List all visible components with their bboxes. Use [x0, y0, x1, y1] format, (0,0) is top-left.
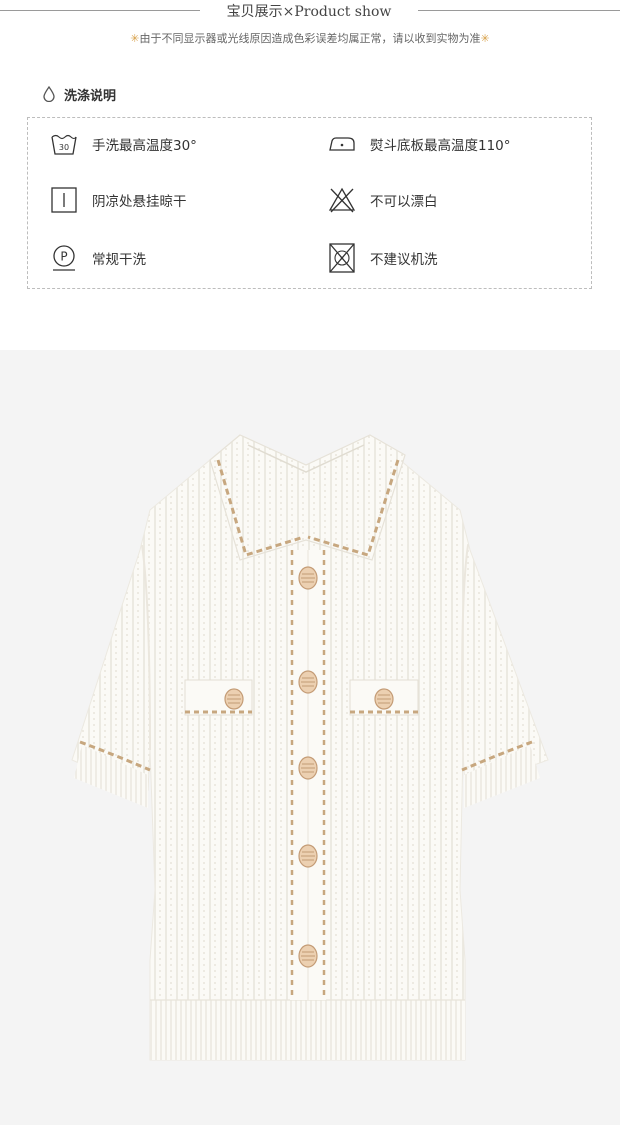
care-heading: 洗涤说明 — [42, 84, 116, 104]
do-not-bleach-icon — [328, 186, 356, 214]
iron-110-icon — [328, 130, 356, 158]
care-item-hand-wash: 30 手洗最高温度30° — [50, 129, 197, 159]
care-item-no-machine-wash: 不建议机洗 — [328, 243, 438, 273]
section-header: 宝贝展示×Product show — [0, 0, 620, 22]
star-icon: ✳ — [130, 32, 140, 45]
care-item-iron: 熨斗底板最高温度110° — [328, 129, 511, 159]
star-icon: ✳ — [480, 32, 490, 45]
care-item-label: 不建议机洗 — [370, 252, 438, 268]
do-not-machine-wash-icon — [328, 243, 356, 273]
care-item-label: 阴凉处悬挂晾干 — [92, 194, 187, 210]
product-photo — [0, 350, 620, 1125]
section-title: 宝贝展示×Product show — [226, 4, 392, 20]
line-dry-shade-icon — [50, 186, 78, 214]
svg-text:30: 30 — [59, 143, 69, 152]
dry-clean-icon: P — [50, 244, 78, 272]
svg-text:P: P — [60, 250, 67, 264]
white-knit-cardigan-photo — [71, 434, 549, 1061]
care-instructions-panel: 30 手洗最高温度30° 熨斗底板最高温度110° 阴凉处悬挂晾干 不可以漂白 … — [27, 117, 592, 289]
care-item-label: 手洗最高温度30° — [92, 138, 197, 154]
hand-wash-30-icon: 30 — [50, 130, 78, 158]
care-item-label: 常规干洗 — [92, 252, 146, 268]
care-item-line-dry: 阴凉处悬挂晾干 — [50, 185, 187, 215]
care-heading-label: 洗涤说明 — [64, 88, 117, 104]
care-item-no-bleach: 不可以漂白 — [328, 185, 438, 215]
care-item-label: 熨斗底板最高温度110° — [370, 138, 511, 154]
header-divider-right — [418, 10, 620, 11]
header-divider-left — [0, 10, 200, 11]
water-drop-icon — [43, 86, 55, 102]
color-notice-text: 由于不同显示器或光线原因造成色彩误差均属正常，请以收到实物为准 — [139, 32, 481, 45]
color-notice: ✳由于不同显示器或光线原因造成色彩误差均属正常，请以收到实物为准✳ — [0, 30, 620, 46]
care-item-label: 不可以漂白 — [370, 194, 438, 210]
care-item-dry-clean: P 常规干洗 — [50, 243, 146, 273]
